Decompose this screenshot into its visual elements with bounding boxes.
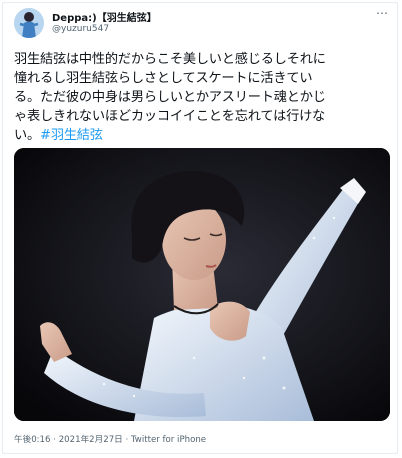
tweet-text-line: 羽生結弦は中性的だからこそ美しいと感じるしそれに (14, 52, 326, 67)
tweet-text: 羽生結弦は中性的だからこそ美しいと感じるしそれに 憧れるし羽生結弦らしさとしてス… (14, 50, 388, 145)
user-handle[interactable]: @yuzuru547 (52, 24, 109, 34)
tweet-text-line: 憧れるし羽生結弦らしさとしてスケートに活きてい (14, 71, 313, 86)
tweet-source[interactable]: Twitter for iPhone (131, 435, 206, 445)
avatar[interactable] (14, 8, 44, 38)
tweet-text-line: ゃ表しきれないほどカッコイイことを忘れては行けな (14, 109, 326, 124)
tweet-text-line: る。ただ彼の中身は男らしいとかアスリート魂とかじ (14, 90, 326, 105)
tweet-meta: 午後0:16 · 2021年2月27日 · Twitter for iPhone (14, 433, 206, 445)
more-options-icon[interactable]: ⋯ (374, 7, 390, 22)
tweet-time[interactable]: 午後0:16 (14, 435, 51, 445)
tweet-photo[interactable] (14, 148, 390, 421)
display-name[interactable]: Deppa:)【羽生結弦】 (52, 9, 157, 24)
tweet-date[interactable]: 2021年2月27日 (59, 435, 123, 445)
hashtag-link[interactable]: #羽生結弦 (40, 128, 103, 143)
tweet-text-last-line: い。#羽生結弦 (14, 126, 388, 145)
meta-separator: · (53, 435, 56, 445)
tweet-text-tail: い。 (14, 128, 40, 143)
meta-separator: · (125, 435, 129, 445)
